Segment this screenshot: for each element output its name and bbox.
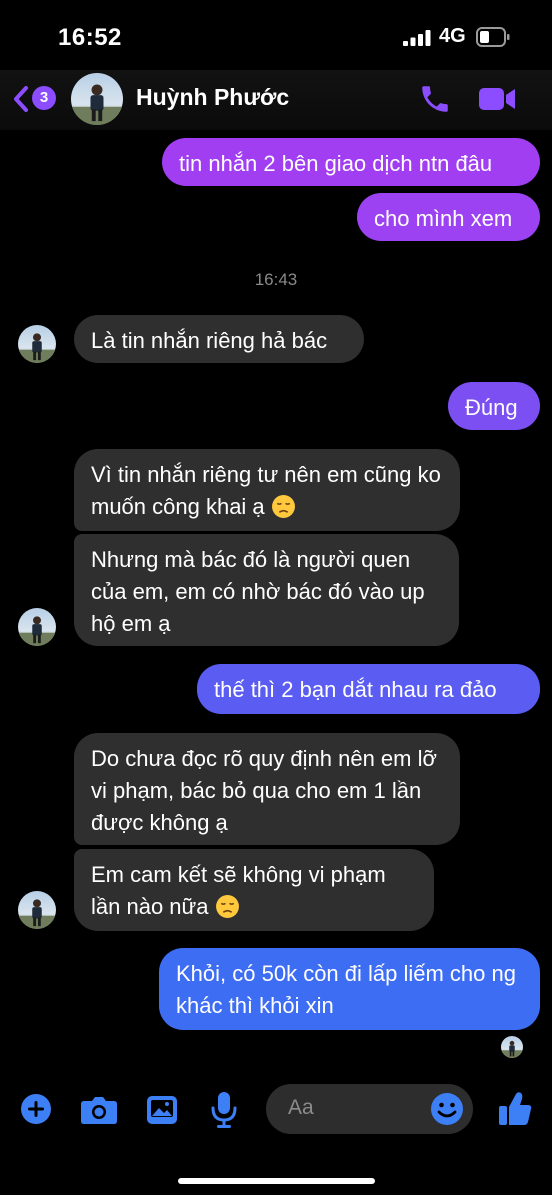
sender-avatar[interactable] [18, 608, 56, 646]
incoming-message[interactable]: Là tin nhắn riêng hả bác [74, 315, 364, 363]
plus-icon[interactable] [20, 1093, 52, 1125]
battery-icon [476, 27, 510, 47]
status-time: 16:52 [58, 24, 122, 51]
composer-bar: Aa [0, 1075, 552, 1145]
contact-name[interactable]: Huỳnh Phước [136, 84, 289, 111]
contact-avatar[interactable] [71, 73, 123, 125]
phone-icon[interactable] [418, 82, 452, 116]
outgoing-message[interactable]: cho mình xem [357, 193, 540, 241]
sender-avatar[interactable] [18, 325, 56, 363]
incoming-message[interactable]: Nhưng mà bác đó là người quen của em, em… [74, 534, 459, 646]
status-bar: 16:52 4G [0, 0, 552, 70]
conversation-header: 3 Huỳnh Phước [0, 70, 552, 130]
unread-count-badge[interactable]: 3 [32, 86, 56, 110]
incoming-message[interactable]: Do chưa đọc rõ quy định nên em lỡ vi phạ… [74, 733, 460, 845]
sender-avatar[interactable] [18, 891, 56, 929]
emoji-icon[interactable] [430, 1092, 464, 1126]
outgoing-message[interactable]: Khỏi, có 50k còn đi lấp liếm cho ng khác… [159, 948, 540, 1030]
camera-icon[interactable] [80, 1095, 118, 1125]
disappointed-face-icon [271, 494, 296, 519]
signal-icon [403, 30, 431, 46]
outgoing-message[interactable]: tin nhắn 2 bên giao dịch ntn đâu [162, 138, 540, 186]
gallery-icon[interactable] [146, 1095, 178, 1125]
message-input-placeholder: Aa [288, 1096, 314, 1119]
incoming-message[interactable]: Em cam kết sẽ không vi phạm lần nào nữa [74, 849, 434, 931]
message-text: Vì tin nhắn riêng tư nên em cũng ko muốn… [91, 462, 441, 519]
microphone-icon[interactable] [210, 1091, 238, 1129]
home-indicator [178, 1178, 375, 1184]
video-camera-icon[interactable] [478, 85, 516, 113]
message-input[interactable]: Aa [266, 1084, 473, 1134]
thumbs-up-icon[interactable] [498, 1091, 532, 1127]
back-chevron-icon[interactable] [12, 85, 30, 113]
outgoing-message[interactable]: Đúng [448, 382, 540, 430]
message-timestamp: 16:43 [254, 270, 298, 289]
disappointed-face-icon [215, 894, 240, 919]
network-type: 4G [439, 25, 466, 47]
incoming-message[interactable]: Vì tin nhắn riêng tư nên em cũng ko muốn… [74, 449, 460, 531]
seen-avatar [501, 1036, 523, 1058]
outgoing-message[interactable]: thế thì 2 bạn dắt nhau ra đảo [197, 664, 540, 714]
